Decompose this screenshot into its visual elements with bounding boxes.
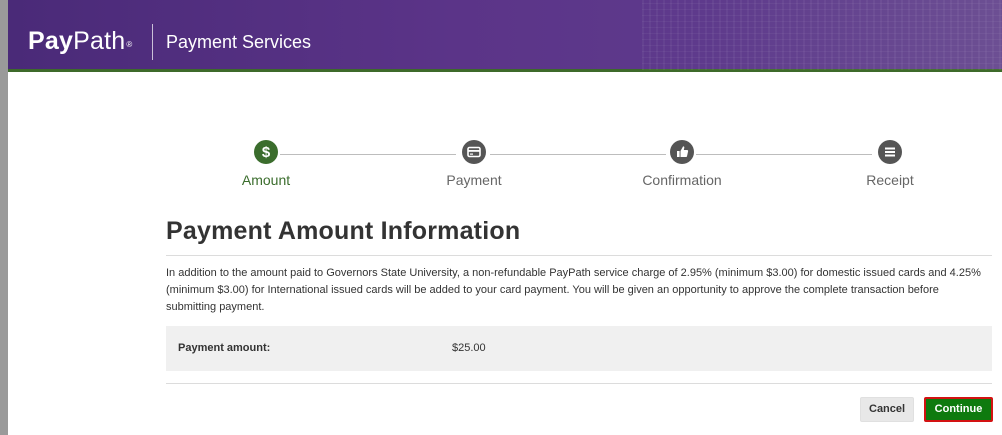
payment-amount-row: Payment amount: $25.00 — [166, 326, 992, 371]
page-title: Payment Amount Information — [166, 217, 521, 245]
divider — [166, 255, 992, 256]
header-texture — [642, 0, 1002, 70]
paypath-logo: PayPath® — [28, 26, 132, 56]
continue-button[interactable]: Continue — [924, 397, 993, 422]
browser-frame: PayPath® Payment Services $ Amount Payme… — [8, 0, 1002, 435]
step-label: Confirmation — [642, 172, 722, 188]
logo-light-text: Path — [73, 27, 126, 55]
step-amount: $ Amount — [196, 140, 336, 188]
divider — [166, 383, 992, 384]
step-label: Receipt — [866, 172, 914, 188]
service-charge-notice: In addition to the amount paid to Govern… — [166, 267, 981, 313]
step-label: Payment — [446, 172, 502, 188]
step-confirmation: Confirmation — [612, 140, 752, 188]
logo-bold-text: Pay — [28, 27, 74, 55]
step-receipt: Receipt — [820, 140, 960, 188]
progress-steps: $ Amount Payment Confirmation Receipt — [158, 140, 988, 200]
cancel-button[interactable]: Cancel — [860, 397, 914, 422]
card-icon — [462, 140, 486, 164]
header-bar: PayPath® Payment Services — [8, 0, 1002, 72]
step-label: Amount — [241, 172, 291, 188]
payment-amount-value: $25.00 — [452, 342, 486, 354]
svg-text:$: $ — [262, 144, 271, 161]
payment-amount-label: Payment amount: — [178, 342, 271, 354]
registered-mark: ® — [126, 40, 133, 49]
dollar-icon: $ — [254, 140, 278, 164]
thumbs-up-icon — [670, 140, 694, 164]
header-divider — [152, 24, 153, 60]
step-payment: Payment — [404, 140, 544, 188]
list-icon — [878, 140, 902, 164]
header-title: Payment Services — [166, 32, 312, 52]
